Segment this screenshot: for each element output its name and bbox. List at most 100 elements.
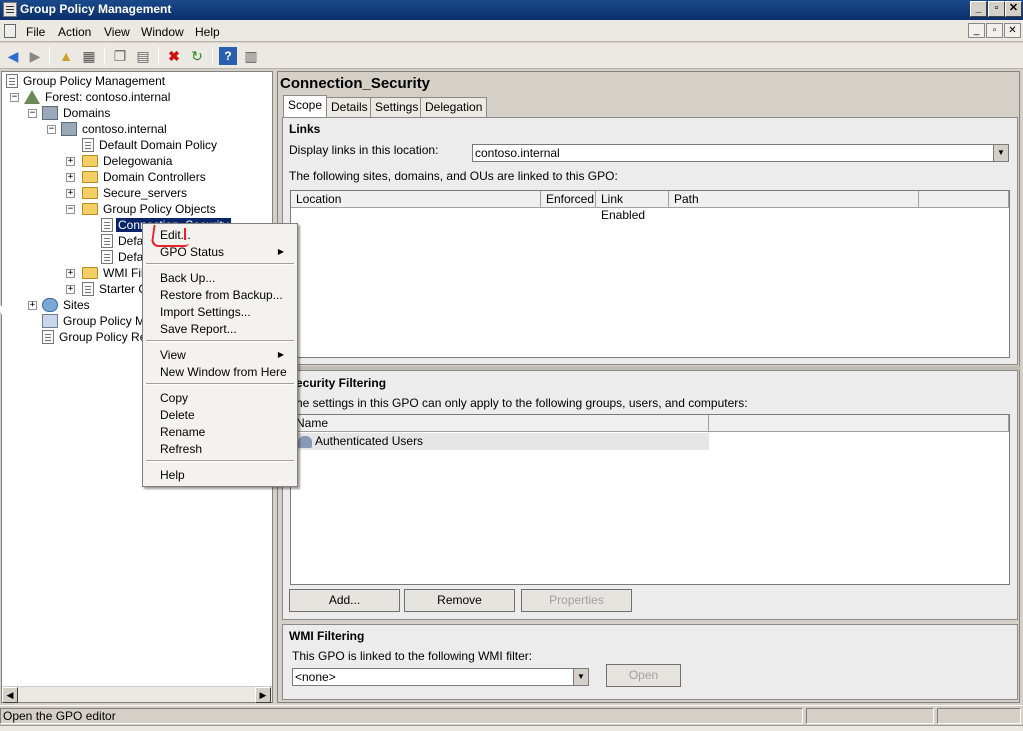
tab-settings[interactable]: Settings bbox=[370, 97, 424, 117]
tree-gpo-item[interactable]: Defa bbox=[101, 249, 145, 265]
mdi-restore-button[interactable]: ▫ bbox=[986, 23, 1003, 38]
tree-starter-gpos[interactable]: Starter C bbox=[82, 281, 149, 297]
collapse-gpo-folder-toggle[interactable]: − bbox=[66, 205, 75, 214]
forest-icon bbox=[24, 90, 40, 104]
column-link-enabled[interactable]: Link Enabled bbox=[596, 191, 669, 222]
column-filler bbox=[709, 415, 1009, 432]
menu-item-save-report[interactable]: Save Report... bbox=[160, 322, 237, 336]
menu-item-copy[interactable]: Copy bbox=[160, 391, 188, 405]
column-filler bbox=[919, 191, 1009, 208]
list-item[interactable]: Authenticated Users bbox=[292, 433, 709, 450]
display-links-dropdown[interactable]: contoso.internal ▼ bbox=[472, 144, 1009, 162]
document-icon[interactable] bbox=[4, 24, 16, 38]
display-links-value: contoso.internal bbox=[475, 146, 560, 160]
menu-help[interactable]: Help bbox=[195, 25, 220, 39]
menu-item-help[interactable]: Help bbox=[160, 468, 185, 482]
collapse-domains-toggle[interactable]: − bbox=[28, 109, 37, 118]
menu-item-import[interactable]: Import Settings... bbox=[160, 305, 251, 319]
security-filtering-heading: ecurity Filtering bbox=[296, 376, 387, 390]
tree-domain[interactable]: contoso.internal bbox=[61, 121, 169, 137]
menu-item-refresh[interactable]: Refresh bbox=[160, 442, 202, 456]
show-hide-tree-icon[interactable]: ▦ bbox=[80, 47, 98, 65]
column-path[interactable]: Path bbox=[669, 191, 919, 208]
close-button[interactable]: ✕ bbox=[1005, 1, 1022, 17]
expand-sites-toggle[interactable]: + bbox=[28, 301, 37, 310]
toolbar-separator bbox=[49, 47, 50, 65]
menu-item-view[interactable]: View ▶ bbox=[160, 348, 290, 362]
expand-domain-controllers-toggle[interactable]: + bbox=[66, 173, 75, 182]
dropdown-arrow-icon[interactable]: ▼ bbox=[573, 669, 588, 685]
title-bar: Group Policy Management _ ▫ ✕ bbox=[0, 0, 1023, 20]
status-bar: Open the GPO editor bbox=[0, 705, 1023, 725]
expand-delegowania-toggle[interactable]: + bbox=[66, 157, 75, 166]
menu-item-label: View bbox=[160, 348, 186, 362]
mdi-minimize-button[interactable]: _ bbox=[968, 23, 985, 38]
scroll-left-button[interactable]: ◀ bbox=[2, 687, 18, 703]
refresh-icon[interactable]: ↻ bbox=[188, 47, 206, 65]
column-name[interactable]: Name bbox=[291, 415, 709, 432]
tree-gpo-item[interactable]: Defa bbox=[101, 233, 145, 249]
forward-icon[interactable]: ▶ bbox=[26, 47, 44, 65]
window-title: Group Policy Management bbox=[20, 2, 172, 16]
menu-item-rename[interactable]: Rename bbox=[160, 425, 205, 439]
menu-window[interactable]: Window bbox=[141, 25, 184, 39]
menu-separator bbox=[146, 340, 294, 342]
tab-delegation[interactable]: Delegation bbox=[420, 97, 488, 117]
menu-action[interactable]: Action bbox=[58, 25, 91, 39]
menu-item-gpo-status[interactable]: GPO Status ▶ bbox=[160, 245, 290, 259]
tree-domain-controllers[interactable]: Domain Controllers bbox=[82, 169, 208, 185]
tree-gpo-folder[interactable]: Group Policy Objects bbox=[82, 201, 218, 217]
tree-default-domain-policy[interactable]: Default Domain Policy bbox=[82, 137, 219, 153]
delete-icon[interactable]: ✖ bbox=[165, 47, 183, 65]
tab-details[interactable]: Details bbox=[326, 97, 373, 117]
menu-separator bbox=[146, 263, 294, 265]
expand-secure-servers-toggle[interactable]: + bbox=[66, 189, 75, 198]
wmi-filter-dropdown[interactable]: <none> ▼ bbox=[292, 668, 589, 686]
back-icon[interactable]: ◀ bbox=[4, 47, 22, 65]
tree-wmi-filters[interactable]: WMI Filt bbox=[82, 265, 149, 281]
folder-icon bbox=[82, 171, 98, 183]
remove-button[interactable]: Remove bbox=[404, 589, 515, 612]
tree-horizontal-scrollbar[interactable]: ◀ ▶ bbox=[2, 686, 272, 703]
menu-view[interactable]: View bbox=[104, 25, 130, 39]
domains-icon bbox=[42, 106, 58, 120]
menu-item-restore[interactable]: Restore from Backup... bbox=[160, 288, 283, 302]
properties-button[interactable]: Properties bbox=[521, 589, 632, 612]
tree-results[interactable]: Group Policy Res bbox=[42, 329, 154, 345]
paste-icon[interactable]: ▤ bbox=[134, 47, 152, 65]
dropdown-arrow-icon[interactable]: ▼ bbox=[993, 145, 1008, 161]
scroll-right-button[interactable]: ▶ bbox=[255, 687, 271, 703]
collapse-domain-toggle[interactable]: − bbox=[47, 125, 56, 134]
menu-item-delete[interactable]: Delete bbox=[160, 408, 195, 422]
help-icon[interactable]: ? bbox=[219, 47, 237, 65]
tab-scope[interactable]: Scope bbox=[283, 95, 328, 117]
links-list[interactable]: Location Enforced Link Enabled Path bbox=[290, 190, 1010, 358]
tree-sites[interactable]: Sites bbox=[42, 297, 92, 313]
copy-icon[interactable]: ❐ bbox=[111, 47, 129, 65]
open-button[interactable]: Open bbox=[606, 664, 681, 687]
links-heading: Links bbox=[289, 122, 321, 136]
security-filtering-list[interactable]: Name Authenticated Users bbox=[290, 414, 1010, 585]
expand-wmi-filters-toggle[interactable]: + bbox=[66, 269, 75, 278]
mdi-close-button[interactable]: ✕ bbox=[1004, 23, 1021, 38]
context-menu: Edit... GPO Status ▶ Back Up... Restore f… bbox=[142, 223, 298, 487]
restore-button[interactable]: ▫ bbox=[988, 1, 1005, 17]
menu-item-back-up[interactable]: Back Up... bbox=[160, 271, 215, 285]
up-folder-icon[interactable]: ▲ bbox=[57, 47, 75, 65]
add-button[interactable]: Add... bbox=[289, 589, 400, 612]
tree-delegowania[interactable]: Delegowania bbox=[82, 153, 174, 169]
action-pane-icon[interactable]: ▥ bbox=[242, 47, 260, 65]
collapse-forest-toggle[interactable]: − bbox=[10, 93, 19, 102]
tree-root[interactable]: Group Policy Management bbox=[6, 73, 167, 89]
tree-domains[interactable]: Domains bbox=[42, 105, 112, 121]
menu-item-new-window[interactable]: New Window from Here bbox=[160, 365, 287, 379]
menu-separator bbox=[146, 383, 294, 385]
submenu-arrow-icon: ▶ bbox=[277, 350, 284, 359]
column-location[interactable]: Location bbox=[291, 191, 541, 208]
column-enforced[interactable]: Enforced bbox=[541, 191, 596, 208]
expand-starter-gpos-toggle[interactable]: + bbox=[66, 285, 75, 294]
minimize-button[interactable]: _ bbox=[970, 1, 987, 17]
menu-file[interactable]: File bbox=[26, 25, 45, 39]
tree-secure-servers[interactable]: Secure_servers bbox=[82, 185, 189, 201]
tree-forest[interactable]: Forest: contoso.internal bbox=[24, 89, 172, 105]
